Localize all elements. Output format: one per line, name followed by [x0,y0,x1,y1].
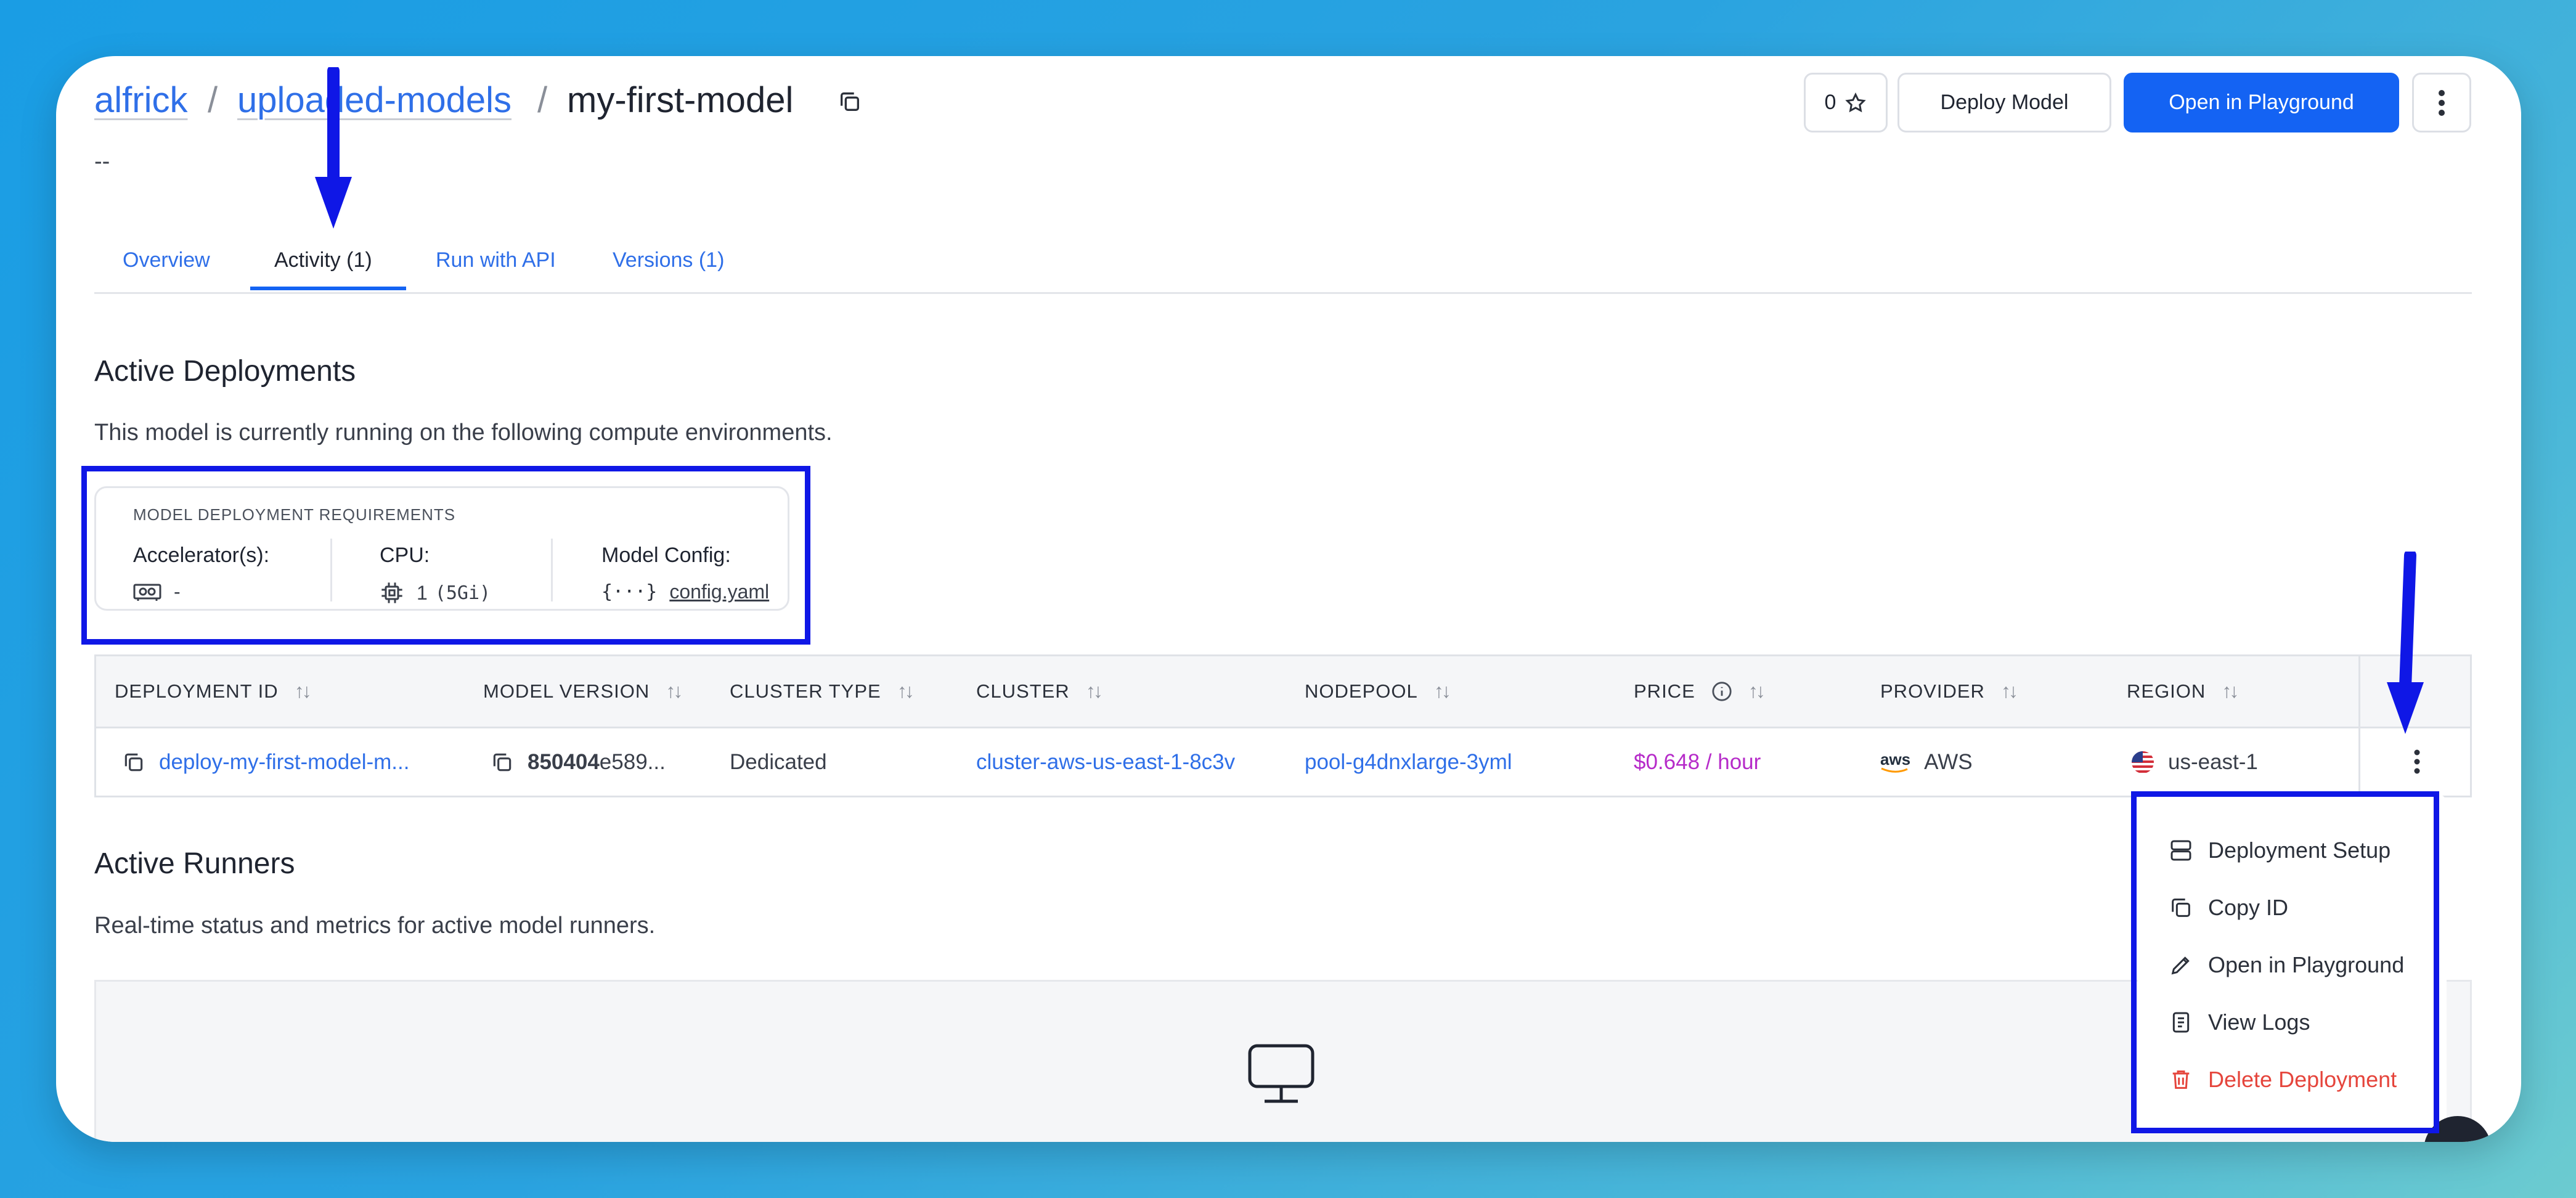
tab-versions[interactable]: Versions (1) [613,248,724,272]
row-actions-button[interactable] [2413,749,2421,775]
model-description: -- [94,149,110,174]
active-tab-indicator [250,287,406,290]
column-header-label: DEPLOYMENT ID [115,680,279,702]
active-deployments-title: Active Deployments [94,355,356,388]
model-version-suffix: e589... [599,750,666,774]
column-header-label: PROVIDER [1880,680,1985,702]
region-cell: us-east-1 [2131,750,2258,775]
column-header-cluster[interactable]: CLUSTER ↑↓ [976,680,1103,703]
actions-column-divider [2358,656,2360,796]
active-runners-subtitle: Real-time status and metrics for active … [94,913,656,939]
region-name: us-east-1 [2168,750,2258,774]
tabs-divider [94,292,2472,294]
cluster-link[interactable]: cluster-aws-us-east-1-8c3v [976,750,1235,775]
sort-icon[interactable]: ↑↓ [1086,680,1103,703]
provider-name: AWS [1924,750,1973,774]
open-in-playground-button[interactable]: Open in Playground [2124,73,2399,132]
annotation-box-requirements [81,466,810,645]
model-version-id: 850404e589... [528,750,666,775]
sort-icon[interactable]: ↑↓ [2001,680,2018,703]
active-runners-title: Active Runners [94,847,295,880]
sort-icon[interactable]: ↑↓ [897,680,915,703]
column-header-label: NODEPOOL [1305,680,1418,702]
sort-icon[interactable]: ↑↓ [666,680,683,703]
breadcrumb-app[interactable]: uploaded-models [237,79,512,121]
column-header-label: REGION [2127,680,2206,702]
sort-icon[interactable]: ↑↓ [2222,680,2239,703]
column-header-model-version[interactable]: MODEL VERSION ↑↓ [483,680,683,703]
cluster-type-cell: Dedicated [730,750,827,774]
app-window: alfrick / uploaded-models / my-first-mod… [56,56,2521,1142]
column-header-price[interactable]: PRICE ↑↓ [1634,680,1766,703]
nodepool-link[interactable]: pool-g4dnxlarge-3yml [1305,750,1512,775]
us-flag-icon [2131,751,2154,774]
model-version-prefix: 850404 [528,750,600,774]
monitor-icon [1247,1043,1315,1105]
tab-overview[interactable]: Overview [123,248,210,272]
breadcrumb-separator: / [537,80,548,120]
copy-icon[interactable] [122,751,145,774]
kebab-icon [2413,749,2421,775]
price-cell: $0.648 / hour [1634,750,1761,774]
active-deployments-subtitle: This model is currently running on the f… [94,420,833,446]
breadcrumb-separator: / [208,80,218,120]
copy-icon[interactable] [491,751,514,774]
column-header-nodepool[interactable]: NODEPOOL ↑↓ [1305,680,1451,703]
tab-activity[interactable]: Activity (1) [274,248,372,272]
star-icon [1844,92,1867,114]
breadcrumb-owner[interactable]: alfrick [94,79,187,121]
star-count: 0 [1824,91,1836,114]
column-header-region[interactable]: REGION ↑↓ [2127,680,2239,703]
aws-logo-icon: aws [1880,751,1910,773]
provider-cell: aws AWS [1880,750,1973,775]
info-icon[interactable] [1711,681,1732,702]
annotation-box-menu [2131,791,2439,1133]
sort-icon[interactable]: ↑↓ [1748,680,1766,703]
column-header-cluster-type[interactable]: CLUSTER TYPE ↑↓ [730,680,915,703]
sort-icon[interactable]: ↑↓ [1434,680,1451,703]
annotation-arrow-icon [2383,552,2427,739]
deployments-table: DEPLOYMENT ID ↑↓ MODEL VERSION ↑↓ CLUSTER … [94,654,2472,797]
deploy-model-button[interactable]: Deploy Model [1897,73,2111,132]
column-header-deployment-id[interactable]: DEPLOYMENT ID ↑↓ [115,680,312,703]
deployment-id-link[interactable]: deploy-my-first-model-m... [159,750,409,775]
column-header-label: MODEL VERSION [483,680,650,702]
tab-run-with-api[interactable]: Run with API [436,248,556,272]
column-header-label: CLUSTER TYPE [730,680,881,702]
aws-logo-text: aws [1880,750,1911,768]
column-header-provider[interactable]: PROVIDER ↑↓ [1880,680,2018,703]
star-button[interactable]: 0 [1804,73,1888,132]
table-header [96,656,2470,728]
column-header-label: PRICE [1634,680,1695,702]
page-title: my-first-model [567,80,794,120]
model-version-cell: 850404e589... [491,750,666,775]
annotation-arrow-icon [311,67,356,232]
copy-icon[interactable] [838,89,862,114]
more-options-button[interactable] [2412,73,2471,132]
deployment-id-cell: deploy-my-first-model-m... [122,750,409,775]
runners-empty-state [94,980,2472,1142]
sort-icon[interactable]: ↑↓ [295,680,312,703]
column-header-label: CLUSTER [976,680,1070,702]
kebab-icon [2438,89,2445,116]
